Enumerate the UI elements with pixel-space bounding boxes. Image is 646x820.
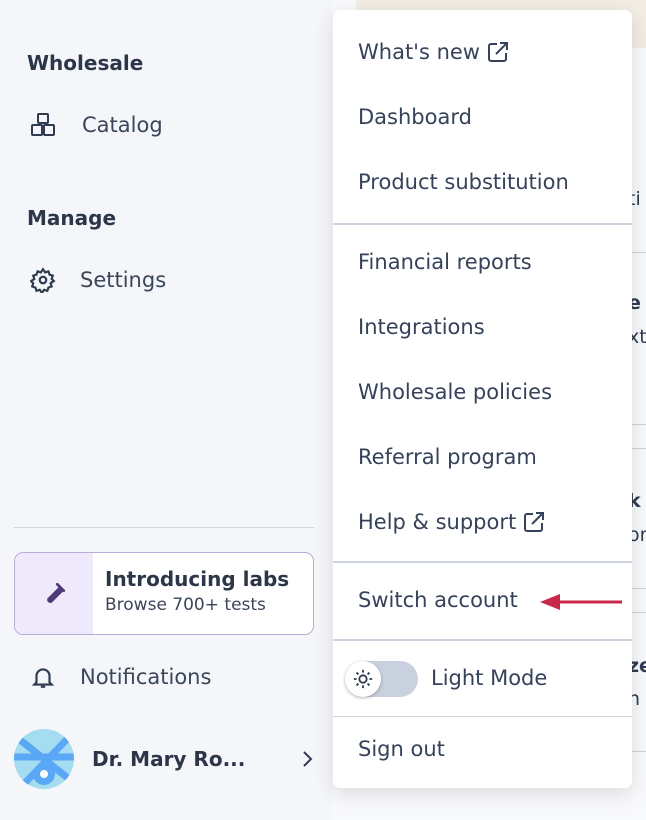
chevron-right-icon: [303, 751, 313, 767]
user-profile-button[interactable]: Dr. Mary Ro...: [14, 729, 314, 789]
sidebar-item-label: Catalog: [82, 113, 163, 137]
divider: [14, 527, 314, 528]
catalog-boxes-icon: [31, 113, 55, 136]
menu-item-referral-program[interactable]: Referral program: [358, 445, 537, 469]
menu-item-product-substitution[interactable]: Product substitution: [358, 170, 569, 194]
menu-item-integrations[interactable]: Integrations: [358, 315, 485, 339]
external-link-icon: [487, 42, 508, 62]
account-menu: What's new Dashboard Product substitutio…: [333, 10, 632, 788]
sidebar-item-notifications[interactable]: Notifications: [30, 664, 211, 690]
section-title-manage: Manage: [27, 206, 117, 230]
divider: [632, 588, 646, 589]
divider: [632, 424, 646, 425]
menu-divider: [333, 716, 632, 717]
avatar: [14, 729, 74, 789]
divider: [632, 448, 646, 449]
menu-item-label: Help & support: [358, 510, 517, 534]
promo-title: Introducing labs: [105, 567, 290, 591]
menu-item-financial-reports[interactable]: Financial reports: [358, 250, 532, 274]
menu-item-sign-out[interactable]: Sign out: [358, 737, 445, 761]
bell-icon: [31, 668, 55, 688]
user-name: Dr. Mary Ro...: [92, 747, 246, 771]
external-link-icon: [524, 512, 545, 532]
menu-item-help-support[interactable]: Help & support: [358, 510, 546, 534]
menu-divider: [333, 639, 632, 641]
test-tube-icon: [47, 582, 66, 603]
sidebar-item-label: Settings: [80, 268, 167, 292]
divider: [632, 612, 646, 613]
menu-divider: [333, 223, 632, 225]
light-mode-label: Light Mode: [431, 666, 548, 690]
divider: [632, 252, 646, 253]
menu-item-switch-account[interactable]: Switch account: [358, 588, 518, 612]
light-mode-toggle[interactable]: [345, 661, 418, 697]
menu-divider: [333, 561, 632, 563]
divider: [632, 751, 646, 752]
menu-item-whats-new[interactable]: What's new: [358, 40, 510, 64]
labs-promo-card[interactable]: Introducing labs Browse 700+ tests: [14, 552, 314, 635]
sun-icon: [353, 669, 373, 689]
sidebar: Wholesale Catalog Manage Settings Introd…: [0, 0, 332, 820]
notifications-label: Notifications: [80, 665, 212, 689]
promo-subtitle: Browse 700+ tests: [105, 595, 266, 615]
sidebar-item-catalog[interactable]: Catalog: [30, 112, 163, 138]
gear-icon: [30, 267, 56, 293]
menu-item-label: What's new: [358, 40, 480, 64]
menu-item-wholesale-policies[interactable]: Wholesale policies: [358, 380, 552, 404]
sidebar-item-settings[interactable]: Settings: [30, 267, 166, 293]
section-title-wholesale: Wholesale: [27, 51, 144, 75]
annotation-arrow: [540, 594, 622, 610]
menu-item-dashboard[interactable]: Dashboard: [358, 105, 472, 129]
